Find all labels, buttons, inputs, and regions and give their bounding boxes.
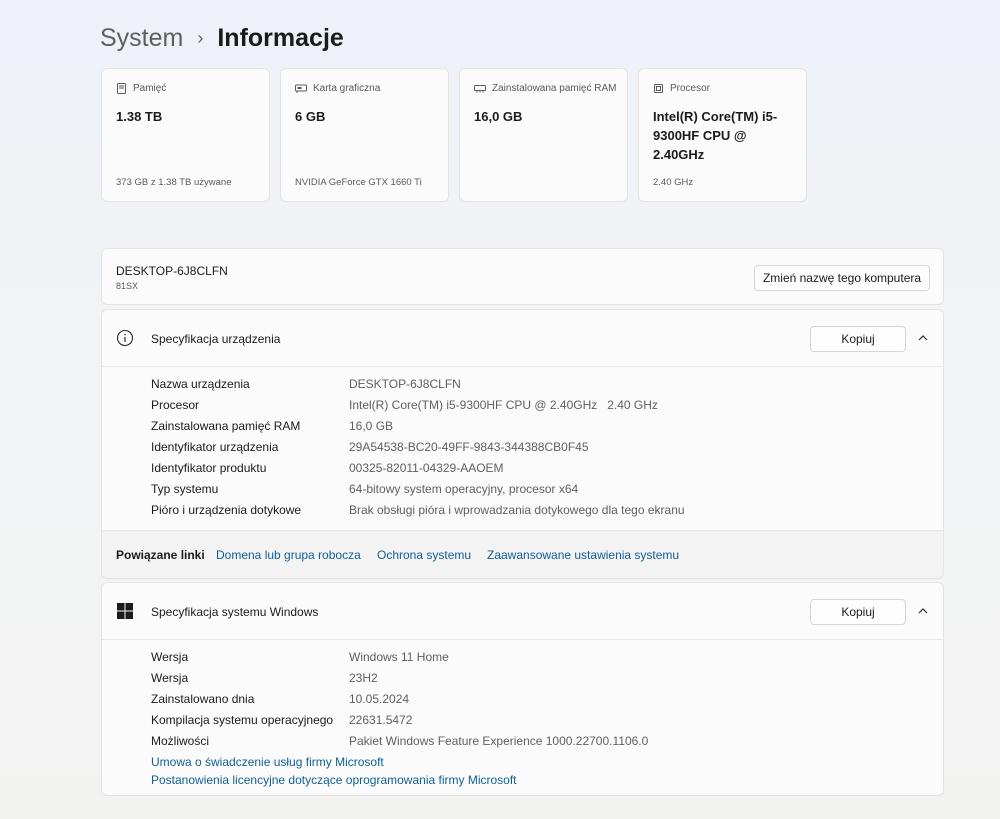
card-title: Karta graficzna xyxy=(313,83,381,94)
spec-label: Możliwości xyxy=(151,734,210,748)
rename-computer-button[interactable]: Zmień nazwę tego komputera xyxy=(754,265,930,291)
breadcrumb: System › Informacje xyxy=(100,22,344,54)
related-links-bar: Powiązane linki Domena lub grupa robocza… xyxy=(102,530,943,578)
card-value: 6 GB xyxy=(295,109,326,124)
spec-value: 22631.5472 xyxy=(349,713,413,727)
ram-card[interactable]: Zainstalowana pamięć RAM 16,0 GB xyxy=(459,68,628,202)
device-spec-header[interactable]: Specyfikacja urządzenia Kopiuj xyxy=(102,310,943,367)
card-sub: 2.40 GHz xyxy=(653,177,694,188)
chevron-up-icon[interactable] xyxy=(917,605,929,617)
breadcrumb-parent[interactable]: System xyxy=(100,22,183,54)
spec-label: Procesor xyxy=(151,398,200,412)
computer-name: DESKTOP-6J8CLFN xyxy=(116,264,228,278)
spec-value: Intel(R) Core(TM) i5-9300HF CPU @ 2.40GH… xyxy=(349,398,658,412)
link-microsoft-license-terms[interactable]: Postanowienia licencyjne dotyczące oprog… xyxy=(151,773,517,787)
info-icon xyxy=(116,329,134,347)
chevron-up-icon[interactable] xyxy=(917,332,929,344)
card-sub: NVIDIA GeForce GTX 1660 Ti xyxy=(295,177,422,188)
link-microsoft-services-agreement[interactable]: Umowa o świadczenie usług firmy Microsof… xyxy=(151,755,384,769)
device-spec-title: Specyfikacja urządzenia xyxy=(151,332,281,346)
processor-icon xyxy=(654,84,663,93)
spec-label: Kompilacja systemu operacyjnego xyxy=(151,713,334,727)
card-value: 16,0 GB xyxy=(474,109,523,124)
spec-value: 10.05.2024 xyxy=(349,692,410,706)
spec-value: Brak obsługi pióra i wprowadzania dotyko… xyxy=(349,503,685,517)
spec-label: Wersja xyxy=(151,671,189,685)
related-links-label: Powiązane linki xyxy=(116,548,205,562)
spec-label: Identyfikator produktu xyxy=(151,461,267,475)
spec-label: Zainstalowano dnia xyxy=(151,692,255,706)
spec-value: 16,0 GB xyxy=(349,419,394,433)
link-system-protection[interactable]: Ochrona systemu xyxy=(377,548,471,562)
spec-value: Pakiet Windows Feature Experience 1000.2… xyxy=(349,734,649,748)
copy-windows-spec-button[interactable]: Kopiuj xyxy=(810,599,906,625)
spec-value: DESKTOP-6J8CLFN xyxy=(349,377,461,391)
spec-label: Zainstalowana pamięć RAM xyxy=(151,419,301,433)
breadcrumb-separator: › xyxy=(197,28,204,48)
spec-value: 64-bitowy system operacyjny, procesor x6… xyxy=(349,482,579,496)
page-title: Informacje xyxy=(217,24,344,52)
graphics-card-icon xyxy=(295,84,307,93)
spec-label: Pióro i urządzenia dotykowe xyxy=(151,503,302,517)
spec-label: Typ systemu xyxy=(151,482,219,496)
ram-icon xyxy=(474,85,486,93)
spec-value: 00325-82011-04329-AAOEM xyxy=(349,461,504,475)
card-value: 1.38 TB xyxy=(116,109,163,124)
storage-icon xyxy=(117,83,126,94)
windows-logo-icon xyxy=(117,603,133,619)
card-sub: 373 GB z 1.38 TB używane xyxy=(116,177,232,188)
spec-label: Nazwa urządzenia xyxy=(151,377,250,391)
spec-label: Wersja xyxy=(151,650,189,664)
summary-cards: Pamięć 1.38 TB 373 GB z 1.38 TB używane … xyxy=(101,68,807,202)
windows-spec-header[interactable]: Specyfikacja systemu Windows Kopiuj xyxy=(102,583,943,640)
device-spec-panel: Specyfikacja urządzenia Kopiuj Nazwa urz… xyxy=(101,309,944,579)
spec-value: Windows 11 Home xyxy=(349,650,449,664)
card-title: Procesor xyxy=(670,83,711,94)
computer-name-panel: DESKTOP-6J8CLFN 81SX Zmień nazwę tego ko… xyxy=(101,248,944,305)
link-advanced-system-settings[interactable]: Zaawansowane ustawienia systemu xyxy=(487,548,679,562)
card-title: Zainstalowana pamięć RAM xyxy=(492,83,617,94)
card-value: Intel(R) Core(TM) i5-9300HF CPU @ 2.40GH… xyxy=(653,109,778,162)
storage-card[interactable]: Pamięć 1.38 TB 373 GB z 1.38 TB używane xyxy=(101,68,270,202)
spec-label: Identyfikator urządzenia xyxy=(151,440,279,454)
spec-value: 29A54538-BC20-49FF-9843-344388CB0F45 xyxy=(349,440,589,454)
copy-device-spec-button[interactable]: Kopiuj xyxy=(810,326,906,352)
link-domain-workgroup[interactable]: Domena lub grupa robocza xyxy=(216,548,361,562)
windows-spec-panel: Specyfikacja systemu Windows Kopiuj Wers… xyxy=(101,582,944,796)
processor-card[interactable]: Procesor Intel(R) Core(TM) i5-9300HF CPU… xyxy=(638,68,807,202)
windows-spec-title: Specyfikacja systemu Windows xyxy=(151,605,319,619)
card-title: Pamięć xyxy=(133,83,167,94)
graphics-card[interactable]: Karta graficzna 6 GB NVIDIA GeForce GTX … xyxy=(280,68,449,202)
spec-value: 23H2 xyxy=(349,671,378,685)
computer-model: 81SX xyxy=(116,281,139,291)
